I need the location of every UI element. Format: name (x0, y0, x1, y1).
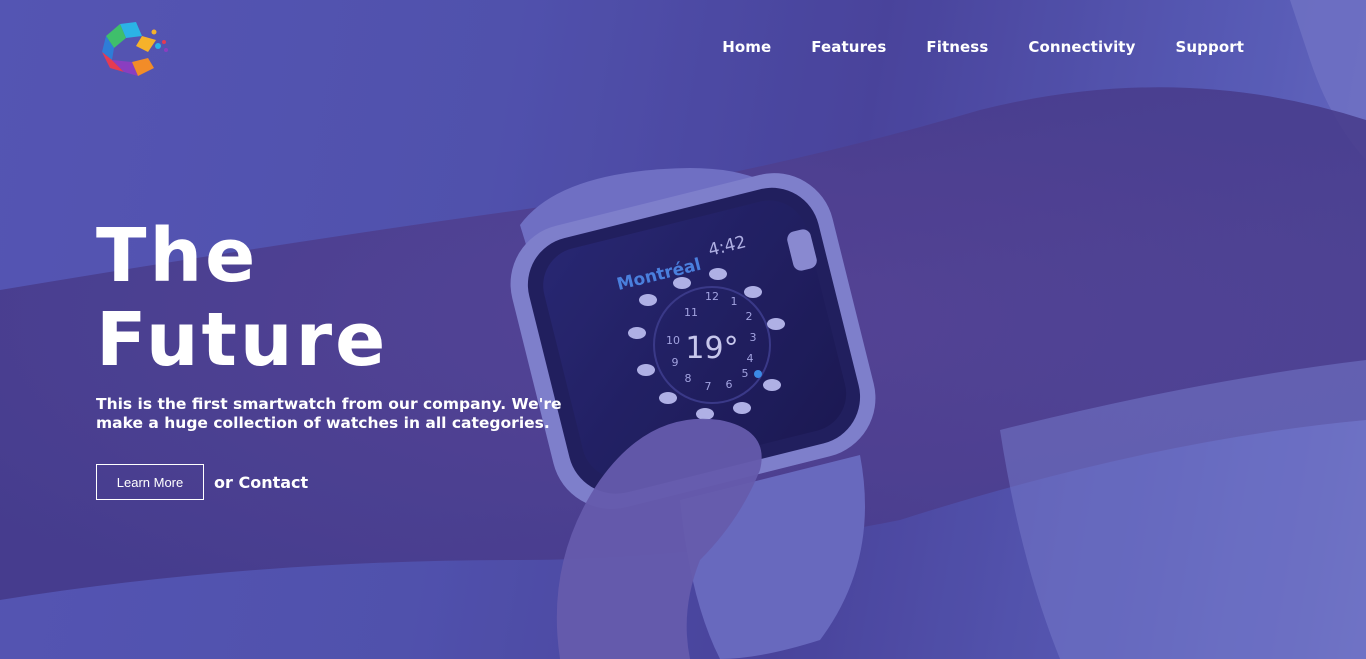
or-text: or (214, 472, 233, 492)
dial-number: 10 (666, 334, 680, 347)
dial-number: 11 (684, 306, 698, 319)
dial-number: 2 (746, 310, 753, 323)
dial-number: 1 (731, 295, 738, 308)
dial-number: 3 (750, 331, 757, 344)
dial-number: 8 (685, 372, 692, 385)
nav-item-home[interactable]: Home (722, 38, 771, 56)
nav-item-features[interactable]: Features (811, 38, 886, 56)
hero-description: This is the first smartwatch from our co… (96, 395, 562, 432)
nav-item-support[interactable]: Support (1175, 38, 1244, 56)
dial-number: 7 (705, 380, 712, 393)
contact-cta: or Contact (214, 473, 308, 492)
main-nav: Home Features Fitness Connectivity Suppo… (722, 38, 1244, 56)
dial-number: 6 (726, 378, 733, 391)
hero-title: The Future (96, 214, 388, 382)
hero-title-line-2: Future (96, 297, 389, 383)
hero-section: 12 1 2 3 4 5 6 7 8 9 10 11 Montréal 4:42… (0, 0, 1366, 659)
colorful-hexagon-logo-icon[interactable] (102, 22, 172, 78)
hero-title-line-1: The (96, 213, 259, 299)
learn-more-button[interactable]: Learn More (96, 464, 204, 500)
dial-number: 4 (747, 352, 754, 365)
dial-number: 5 (742, 367, 749, 380)
contact-link[interactable]: Contact (238, 473, 308, 492)
dial-number: 9 (672, 356, 679, 369)
watch-temperature-label: 19° (685, 331, 738, 366)
nav-item-fitness[interactable]: Fitness (926, 38, 988, 56)
nav-item-connectivity[interactable]: Connectivity (1028, 38, 1135, 56)
hero-cta-group: Learn More or Contact (96, 464, 308, 500)
dial-number: 12 (705, 290, 719, 303)
